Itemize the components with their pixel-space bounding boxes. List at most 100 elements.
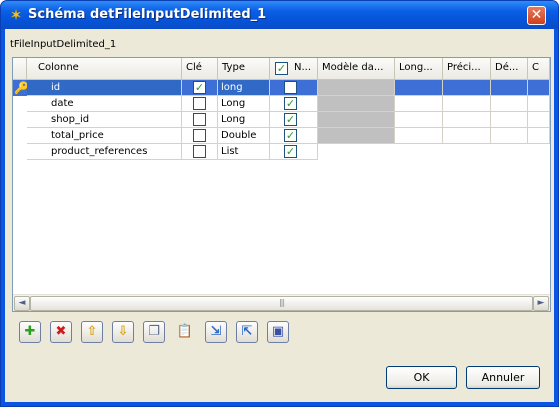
copy-button[interactable]: ❐ [143, 321, 165, 343]
star-icon: ✶ [9, 6, 23, 24]
cell-cle[interactable] [182, 128, 218, 144]
cell-colonne[interactable]: product_references [27, 144, 182, 160]
cell-modele-date[interactable] [318, 112, 395, 128]
nullable-checkbox[interactable]: ✓ [284, 97, 297, 110]
table-row[interactable]: product_references List ✓ [13, 144, 550, 160]
table-row[interactable]: date Long ✓ [13, 96, 550, 112]
cell-commentaire[interactable] [528, 80, 550, 96]
cell-defaut[interactable] [491, 112, 528, 128]
cell-nullable[interactable]: ✓ [270, 128, 318, 144]
scroll-thumb[interactable]: ||| [30, 296, 533, 311]
add-button[interactable]: ✚ [19, 321, 41, 343]
header-longueur[interactable]: Long... [395, 58, 443, 79]
move-up-icon: ⇧ [86, 324, 98, 339]
cell-cle[interactable] [182, 112, 218, 128]
schema-table[interactable]: Colonne Clé Type N... ✓ Modèle da... Lon… [12, 57, 551, 312]
save-icon: ▣ [271, 324, 285, 339]
key-checkbox[interactable] [193, 145, 206, 158]
save-button[interactable]: ▣ [267, 321, 289, 343]
header-nullable-checkbox[interactable]: ✓ [275, 62, 288, 75]
check-icon: ✓ [285, 145, 296, 158]
cell-nullable[interactable]: ✓ [270, 112, 318, 128]
scroll-right-button[interactable]: ► [533, 296, 549, 311]
cell-nullable[interactable]: ✓ [270, 144, 318, 160]
header-colonne[interactable]: Colonne [27, 58, 182, 79]
export-button[interactable]: ⇱ [236, 321, 258, 343]
dialog-body: tFileInputDelimited_1 Colonne Clé Type N… [5, 29, 554, 402]
ok-button[interactable]: OK [386, 366, 457, 389]
cell-colonne[interactable]: date [27, 96, 182, 112]
cell-colonne[interactable]: shop_id [27, 112, 182, 128]
key-checkbox[interactable]: ✓ [193, 81, 206, 94]
header-commentaire[interactable]: C [528, 58, 550, 79]
delete-icon: ✖ [55, 324, 67, 339]
cell-precision[interactable] [443, 128, 491, 144]
cell-longueur[interactable] [395, 96, 443, 112]
header-defaut[interactable]: Dé... [491, 58, 528, 79]
cell-precision[interactable] [443, 80, 491, 96]
cell-cle[interactable]: ✓ [182, 80, 218, 96]
cell-defaut[interactable] [491, 96, 528, 112]
cell-nullable[interactable]: ✓ [270, 96, 318, 112]
key-checkbox[interactable] [193, 97, 206, 110]
cell-cle[interactable] [182, 144, 218, 160]
paste-button[interactable]: 📋 [174, 321, 196, 343]
arrow-left-icon: ◄ [18, 298, 26, 308]
check-icon: ✓ [194, 81, 205, 94]
arrow-right-icon: ► [537, 298, 545, 308]
cancel-button[interactable]: Annuler [466, 366, 540, 389]
scroll-left-button[interactable]: ◄ [14, 296, 30, 311]
cell-type[interactable]: Long [218, 96, 270, 112]
cell-commentaire[interactable] [528, 96, 550, 112]
cell-defaut[interactable] [491, 80, 528, 96]
cell-type[interactable]: Long [218, 112, 270, 128]
move-down-button[interactable]: ⇩ [112, 321, 134, 343]
paste-icon: 📋 [176, 324, 194, 339]
table-row[interactable]: shop_id Long ✓ [13, 112, 550, 128]
dialog-title: Schéma detFileInputDelimited_1 [28, 7, 267, 22]
cell-precision[interactable] [443, 112, 491, 128]
import-button[interactable]: ⇲ [205, 321, 227, 343]
cell-type[interactable]: long [218, 80, 270, 96]
schema-dialog: ✶ Schéma detFileInputDelimited_1 ✕ tFile… [0, 0, 559, 407]
cell-cle[interactable] [182, 96, 218, 112]
header-precision[interactable]: Préci... [443, 58, 491, 79]
cell-modele-date[interactable] [318, 144, 395, 160]
cell-defaut[interactable] [491, 128, 528, 144]
cell-modele-date[interactable] [318, 128, 395, 144]
cell-commentaire[interactable] [528, 128, 550, 144]
nullable-checkbox[interactable]: ✓ [284, 129, 297, 142]
component-name: tFileInputDelimited_1 [10, 39, 117, 50]
nullable-checkbox[interactable]: ✓ [284, 145, 297, 158]
check-icon: ✓ [285, 97, 296, 110]
table-row[interactable]: total_price Double ✓ [13, 128, 550, 144]
cell-precision[interactable] [443, 96, 491, 112]
nullable-checkbox[interactable]: ✓ [284, 113, 297, 126]
cell-longueur[interactable] [395, 128, 443, 144]
nullable-checkbox[interactable] [284, 81, 297, 94]
cell-nullable[interactable] [270, 80, 318, 96]
header-type[interactable]: Type [218, 58, 270, 79]
cell-modele-date[interactable] [318, 96, 395, 112]
header-cle[interactable]: Clé [182, 58, 218, 79]
cell-longueur[interactable] [395, 80, 443, 96]
import-icon: ⇲ [210, 324, 222, 339]
cell-modele-date[interactable] [318, 80, 395, 96]
check-icon: ✓ [285, 129, 296, 142]
export-icon: ⇱ [241, 324, 253, 339]
cell-colonne[interactable]: id [27, 80, 182, 96]
cell-type[interactable]: Double [218, 128, 270, 144]
cell-longueur[interactable] [395, 112, 443, 128]
key-checkbox[interactable] [193, 113, 206, 126]
cell-type[interactable]: List [218, 144, 270, 160]
header-modele-date[interactable]: Modèle da... [318, 58, 395, 79]
delete-button[interactable]: ✖ [50, 321, 72, 343]
close-button[interactable]: ✕ [527, 6, 546, 25]
title-bar[interactable]: ✶ Schéma detFileInputDelimited_1 ✕ [1, 1, 558, 29]
key-checkbox[interactable] [193, 129, 206, 142]
horizontal-scrollbar[interactable]: ◄ ||| ► [13, 294, 550, 311]
move-up-button[interactable]: ⇧ [81, 321, 103, 343]
cell-commentaire[interactable] [528, 112, 550, 128]
table-row[interactable]: 🔑 id ✓ long [13, 80, 550, 96]
cell-colonne[interactable]: total_price [27, 128, 182, 144]
